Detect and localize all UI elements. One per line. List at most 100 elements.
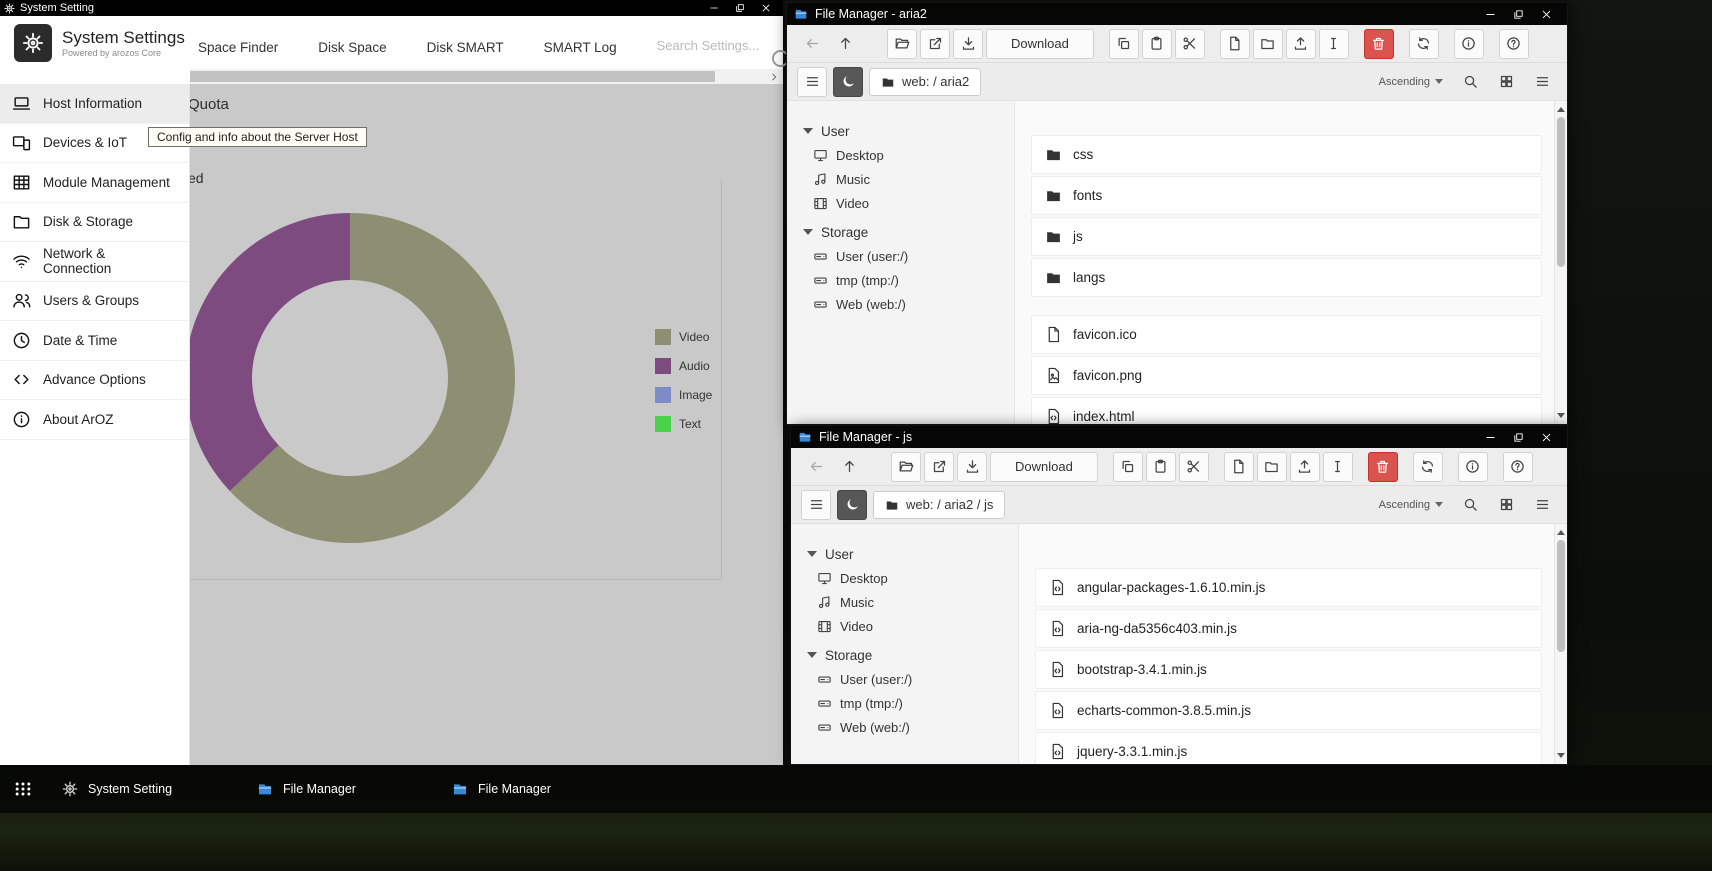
file-row-favicon-ico[interactable]: favicon.ico: [1031, 315, 1542, 354]
open-in-new-window-button[interactable]: [920, 29, 950, 59]
legend-item-text[interactable]: Text: [655, 416, 712, 432]
taskbar-item-file-manager-1[interactable]: File Manager: [241, 765, 436, 813]
sidebar-item-advance-options[interactable]: Advance Options: [0, 361, 189, 401]
list-view-button[interactable]: [1527, 67, 1557, 97]
window-titlebar[interactable]: File Manager - aria2: [787, 3, 1567, 25]
folder-row-fonts[interactable]: fonts: [1031, 176, 1542, 215]
open-in-new-window-button[interactable]: [924, 452, 954, 482]
tree-item-video[interactable]: Video: [787, 191, 1014, 215]
menu-button[interactable]: [801, 490, 831, 520]
new-folder-button[interactable]: [1257, 452, 1287, 482]
tree-item-desktop[interactable]: Desktop: [791, 566, 1018, 590]
file-row-aria-ng[interactable]: aria-ng-da5356c403.min.js: [1035, 609, 1542, 648]
tab-smart-log[interactable]: SMART Log: [544, 40, 617, 55]
new-folder-button[interactable]: [1253, 29, 1283, 59]
folder-row-css[interactable]: css: [1031, 135, 1542, 174]
download-icon-button[interactable]: [953, 29, 983, 59]
restore-button[interactable]: [727, 0, 753, 16]
open-folder-button[interactable]: [887, 29, 917, 59]
scroll-down-arrow[interactable]: [1557, 753, 1565, 758]
tree-item-tmp-drive[interactable]: tmp (tmp:/): [787, 268, 1014, 292]
open-folder-button[interactable]: [891, 452, 921, 482]
rename-button[interactable]: [1319, 29, 1349, 59]
delete-button[interactable]: [1368, 452, 1398, 482]
search-settings-input[interactable]: [657, 38, 772, 53]
tree-item-web-drive[interactable]: Web (web:/): [787, 292, 1014, 316]
file-row-echarts[interactable]: echarts-common-3.8.5.min.js: [1035, 691, 1542, 730]
horizontal-scrollbar[interactable]: [190, 69, 783, 84]
close-button[interactable]: [1532, 426, 1560, 448]
close-button[interactable]: [753, 0, 779, 16]
minimize-button[interactable]: [701, 0, 727, 16]
delete-button[interactable]: [1364, 29, 1394, 59]
download-button[interactable]: Download: [986, 29, 1094, 59]
breadcrumb[interactable]: web: / aria2 / js: [873, 491, 1005, 519]
file-row-angular[interactable]: angular-packages-1.6.10.min.js: [1035, 568, 1542, 607]
cut-button[interactable]: [1175, 29, 1205, 59]
tab-disk-space[interactable]: Disk Space: [318, 40, 386, 55]
up-button[interactable]: [834, 452, 864, 482]
sidebar-item-users-groups[interactable]: Users & Groups: [0, 282, 189, 322]
copy-button[interactable]: [1113, 452, 1143, 482]
refresh-button[interactable]: [1409, 29, 1439, 59]
cut-button[interactable]: [1179, 452, 1209, 482]
tree-item-video[interactable]: Video: [791, 614, 1018, 638]
grid-view-button[interactable]: [1491, 490, 1521, 520]
properties-button[interactable]: [1458, 452, 1488, 482]
legend-item-video[interactable]: Video: [655, 329, 712, 345]
folder-row-js[interactable]: js: [1031, 217, 1542, 256]
upload-button[interactable]: [1290, 452, 1320, 482]
tree-section-storage[interactable]: Storage: [787, 220, 1014, 244]
close-button[interactable]: [1532, 3, 1560, 25]
tree-item-music[interactable]: Music: [787, 167, 1014, 191]
tree-item-tmp-drive[interactable]: tmp (tmp:/): [791, 691, 1018, 715]
paste-button[interactable]: [1142, 29, 1172, 59]
search-button[interactable]: [1455, 490, 1485, 520]
file-row-favicon-png[interactable]: favicon.png: [1031, 356, 1542, 395]
scroll-up-arrow[interactable]: [1557, 107, 1565, 112]
maximize-button[interactable]: [1504, 3, 1532, 25]
legend-item-audio[interactable]: Audio: [655, 358, 712, 374]
taskbar-item-file-manager-2[interactable]: File Manager: [436, 765, 631, 813]
tab-space-finder[interactable]: Space Finder: [198, 40, 278, 55]
minimize-button[interactable]: [1476, 3, 1504, 25]
list-view-button[interactable]: [1527, 490, 1557, 520]
download-button[interactable]: Download: [990, 452, 1098, 482]
tree-item-web-drive[interactable]: Web (web:/): [791, 715, 1018, 739]
theme-toggle-button[interactable]: [837, 490, 867, 520]
download-icon-button[interactable]: [957, 452, 987, 482]
maximize-button[interactable]: [1504, 426, 1532, 448]
theme-toggle-button[interactable]: [833, 67, 863, 97]
tree-item-desktop[interactable]: Desktop: [787, 143, 1014, 167]
scrollbar-thumb[interactable]: [1557, 117, 1565, 267]
help-button[interactable]: [1499, 29, 1529, 59]
window-titlebar[interactable]: System Setting: [0, 0, 783, 16]
grid-view-button[interactable]: [1491, 67, 1521, 97]
file-row-index-html[interactable]: index.html: [1031, 397, 1542, 424]
scroll-down-arrow[interactable]: [1557, 413, 1565, 418]
scroll-right-button[interactable]: [766, 69, 782, 84]
minimize-button[interactable]: [1476, 426, 1504, 448]
tree-item-user-drive[interactable]: User (user:/): [787, 244, 1014, 268]
sidebar-item-about-aroz[interactable]: About ArOZ: [0, 400, 189, 440]
sort-order-dropdown[interactable]: Ascending: [1373, 491, 1449, 519]
tree-section-user[interactable]: User: [787, 119, 1014, 143]
upload-button[interactable]: [1286, 29, 1316, 59]
folder-row-langs[interactable]: langs: [1031, 258, 1542, 297]
up-button[interactable]: [830, 29, 860, 59]
file-row-bootstrap[interactable]: bootstrap-3.4.1.min.js: [1035, 650, 1542, 689]
menu-button[interactable]: [797, 67, 827, 97]
refresh-button[interactable]: [1413, 452, 1443, 482]
sort-order-dropdown[interactable]: Ascending: [1373, 68, 1449, 96]
scrollbar-thumb[interactable]: [1557, 540, 1565, 652]
taskbar-item-system-setting[interactable]: System Setting: [46, 765, 241, 813]
tab-disk-smart[interactable]: Disk SMART: [427, 40, 504, 55]
rename-button[interactable]: [1323, 452, 1353, 482]
sidebar-item-host-information[interactable]: Host Information: [0, 84, 189, 124]
file-row-jquery[interactable]: jquery-3.3.1.min.js: [1035, 732, 1542, 764]
window-titlebar[interactable]: File Manager - js: [791, 426, 1567, 448]
properties-button[interactable]: [1454, 29, 1484, 59]
sidebar-item-network-connection[interactable]: Network & Connection: [0, 242, 189, 282]
back-button[interactable]: [797, 29, 827, 59]
tree-section-user[interactable]: User: [791, 542, 1018, 566]
